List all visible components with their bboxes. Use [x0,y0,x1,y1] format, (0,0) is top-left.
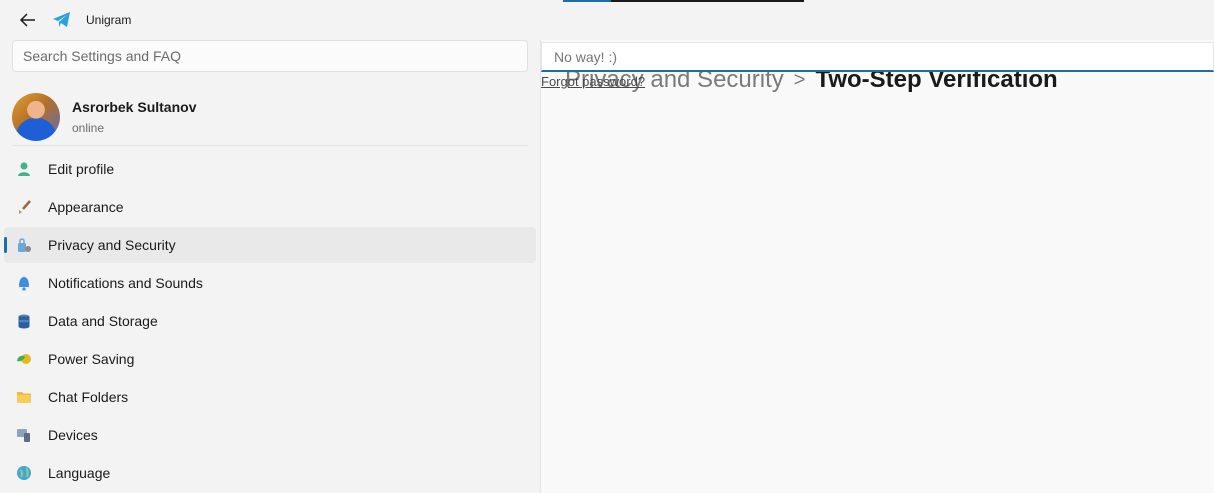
menu-label: Data and Storage [48,313,158,329]
menu-item-chat-folders[interactable]: Chat Folders [4,379,536,415]
back-button[interactable] [8,0,48,40]
menu-label: Edit profile [48,161,115,177]
menu-label: Privacy and Security [48,237,176,253]
brush-icon [14,197,34,217]
profile-card[interactable]: Asrorbek Sultanov online [12,88,528,146]
menu-item-appearance[interactable]: Appearance [4,189,536,225]
top-tab-strip [563,0,804,2]
menu-item-notifications[interactable]: Notifications and Sounds [4,265,536,301]
menu-label: Power Saving [48,351,135,367]
menu-label: Devices [48,427,98,443]
menu-item-privacy-security[interactable]: Privacy and Security [4,227,536,263]
profile-status: online [72,120,105,135]
settings-sidebar: Asrorbek Sultanov online Edit profile Ap… [0,40,540,493]
search-input[interactable] [12,40,528,72]
menu-label: Notifications and Sounds [48,275,203,291]
profile-name: Asrorbek Sultanov [72,98,197,115]
lock-icon [14,235,34,255]
menu-item-power-saving[interactable]: Power Saving [4,341,536,377]
devices-icon [14,425,34,445]
password-input[interactable] [541,42,1214,72]
back-arrow-icon [19,13,35,27]
menu-item-data-storage[interactable]: Data and Storage [4,303,536,339]
app-title: Unigram [86,13,132,27]
avatar [12,92,60,141]
settings-menu: Edit profile Appearance Privacy and Secu… [0,149,540,493]
title-bar: Unigram [0,0,540,40]
menu-item-devices[interactable]: Devices [4,417,536,453]
database-icon [14,311,34,331]
content-pane: Privacy and Security > Two-Step Verifica… [541,40,1214,493]
menu-item-language[interactable]: Language [4,455,536,491]
menu-item-edit-profile[interactable]: Edit profile [4,151,536,187]
person-icon [14,159,34,179]
battery-leaf-icon [14,349,34,369]
forgot-password-link[interactable]: Forgot password? [541,74,645,89]
menu-label: Language [48,465,111,481]
menu-label: Chat Folders [48,389,129,405]
menu-label: Appearance [48,199,124,215]
bell-icon [14,273,34,293]
folder-icon [14,387,34,407]
telegram-logo-icon [52,10,72,30]
globe-icon [14,463,34,483]
